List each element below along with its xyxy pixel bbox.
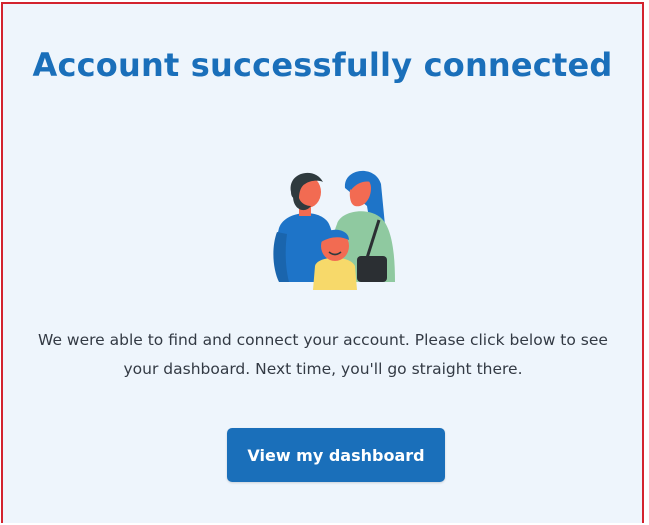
success-panel: Account successfully connected We were a… bbox=[1, 2, 644, 523]
page-title: Account successfully connected bbox=[32, 46, 613, 84]
confirmation-message: We were able to find and connect your ac… bbox=[38, 331, 608, 378]
family-illustration-icon bbox=[273, 170, 395, 290]
view-dashboard-button[interactable]: View my dashboard bbox=[227, 428, 445, 482]
